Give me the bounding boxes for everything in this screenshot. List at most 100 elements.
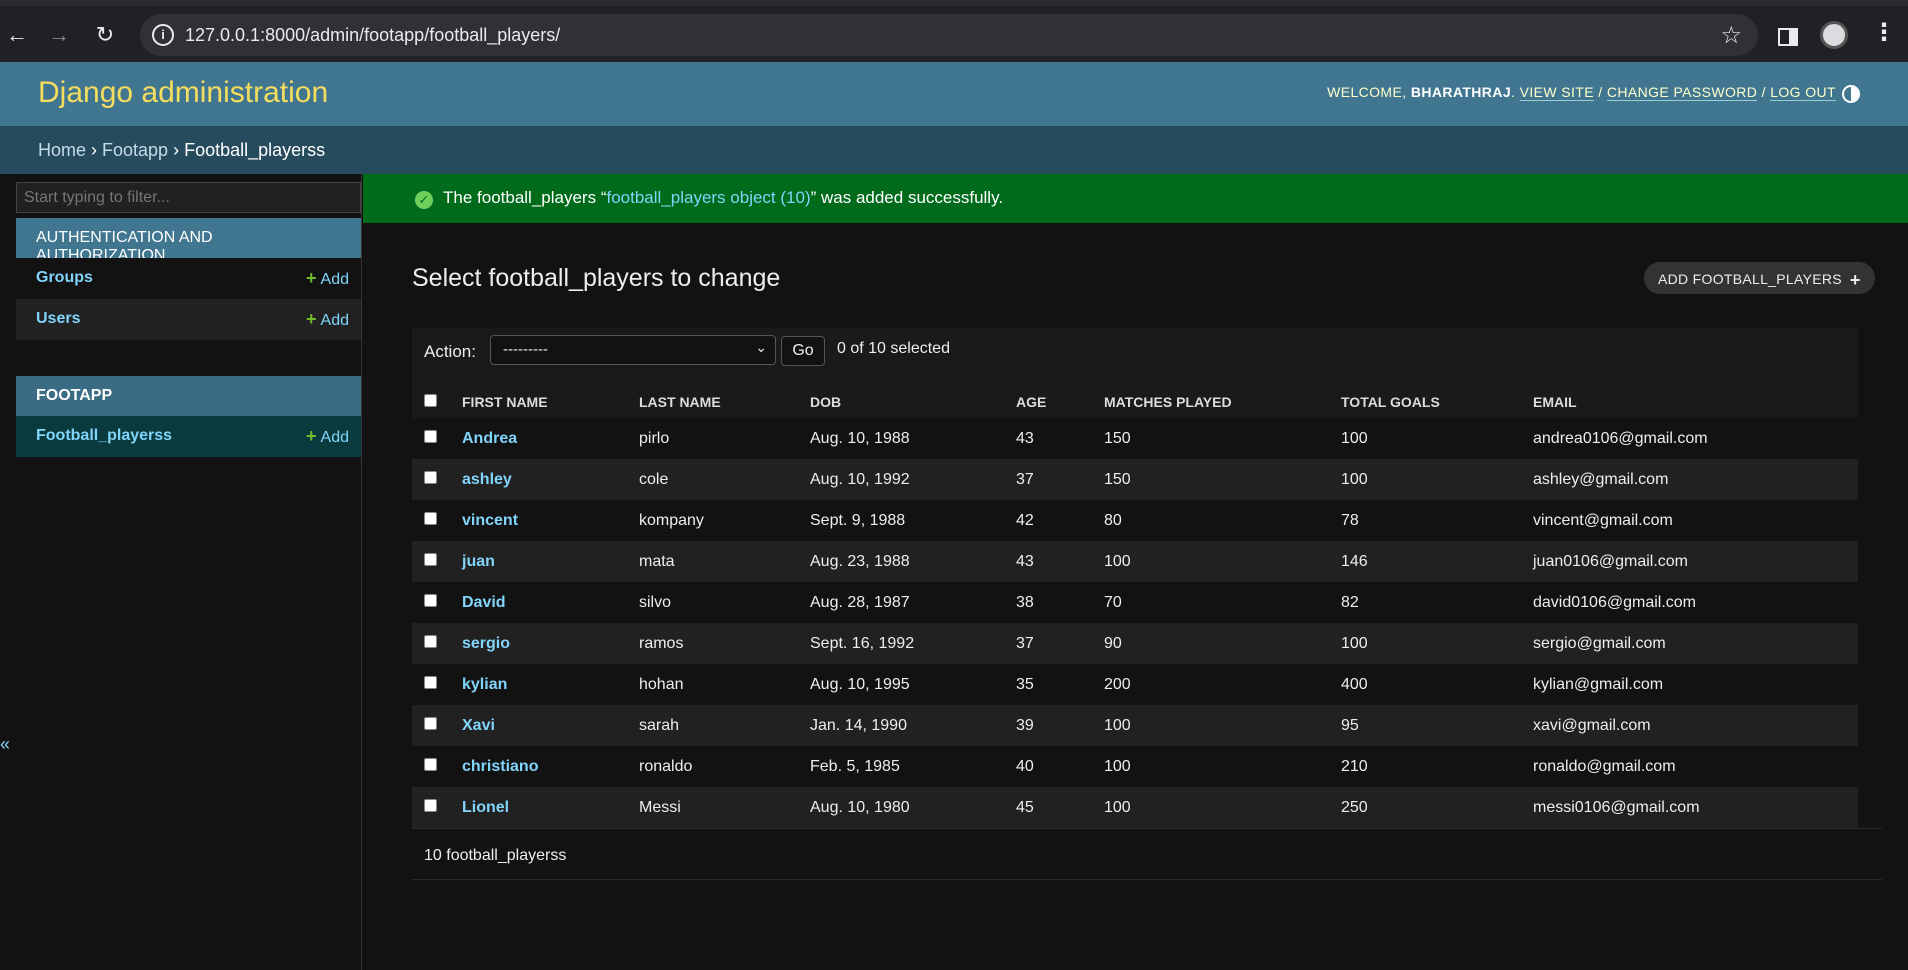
sidebar-item-groups: Groups + Add bbox=[16, 258, 361, 299]
app-caption-auth[interactable]: Authentication and Authorization bbox=[16, 218, 361, 264]
reload-icon[interactable]: ↻ bbox=[90, 20, 120, 50]
cell-email: ronaldo@gmail.com bbox=[1527, 746, 1858, 787]
nav-filter-input[interactable] bbox=[16, 182, 361, 213]
cell-last-name: silvo bbox=[633, 582, 804, 623]
cell-first-name[interactable]: vincent bbox=[456, 500, 633, 541]
log-out-link[interactable]: LOG OUT bbox=[1770, 84, 1836, 101]
row-checkbox[interactable] bbox=[424, 429, 437, 443]
cell-last-name: ronaldo bbox=[633, 746, 804, 787]
row-checkbox[interactable] bbox=[424, 798, 437, 812]
sidebar-collapse-icon[interactable]: « bbox=[0, 734, 10, 755]
cell-matches-played: 100 bbox=[1098, 541, 1335, 582]
add-user-link[interactable]: + Add bbox=[306, 309, 349, 330]
sidebar-item-users-label[interactable]: Users bbox=[36, 310, 80, 327]
theme-toggle-icon[interactable] bbox=[1842, 85, 1860, 103]
cell-first-name[interactable]: kylian bbox=[456, 664, 633, 705]
go-button[interactable]: Go bbox=[781, 336, 825, 366]
username: BHARATHRAJ bbox=[1410, 84, 1512, 100]
cell-first-name[interactable]: David bbox=[456, 582, 633, 623]
cell-email: andrea0106@gmail.com bbox=[1527, 418, 1858, 459]
forward-arrow-icon[interactable]: → bbox=[44, 20, 74, 50]
cell-first-name[interactable]: Xavi bbox=[456, 705, 633, 746]
cell-dob: Feb. 5, 1985 bbox=[804, 746, 1010, 787]
table-row: christiano ronaldo Feb. 5, 1985 40 100 210 ron… bbox=[412, 746, 1858, 787]
address-bar[interactable]: i 127.0.0.1:8000/admin/footapp/football_… bbox=[140, 14, 1758, 56]
action-select-value: --------- bbox=[503, 341, 548, 358]
column-header[interactable]: AGE bbox=[1010, 376, 1098, 418]
add-group-link[interactable]: + Add bbox=[306, 268, 349, 289]
sidebar-item-football-playerss-label[interactable]: Football_playerss bbox=[36, 427, 172, 444]
cell-age: 39 bbox=[1010, 705, 1098, 746]
cell-first-name[interactable]: christiano bbox=[456, 746, 633, 787]
row-select-cell bbox=[412, 582, 456, 623]
cell-dob: Aug. 10, 1980 bbox=[804, 787, 1010, 828]
site-info-icon[interactable]: i bbox=[152, 24, 174, 46]
row-checkbox[interactable] bbox=[424, 757, 437, 771]
side-panel-icon[interactable] bbox=[1778, 28, 1798, 46]
cell-matches-played: 150 bbox=[1098, 459, 1335, 500]
url-text[interactable]: 127.0.0.1:8000/admin/footapp/football_pl… bbox=[185, 25, 560, 46]
cell-first-name[interactable]: juan bbox=[456, 541, 633, 582]
site-title[interactable]: Django administration bbox=[38, 76, 328, 110]
table-row: David silvo Aug. 28, 1987 38 70 82 david0106@g… bbox=[412, 582, 1858, 623]
column-header[interactable]: LAST NAME bbox=[633, 376, 804, 418]
profile-avatar-icon[interactable] bbox=[1820, 21, 1848, 49]
view-site-link[interactable]: VIEW SITE bbox=[1519, 84, 1594, 101]
column-header[interactable]: MATCHES PLAYED bbox=[1098, 376, 1335, 418]
column-header[interactable]: DOB bbox=[804, 376, 1010, 418]
cell-matches-played: 80 bbox=[1098, 500, 1335, 541]
app-caption-footapp[interactable]: FOOTAPP bbox=[16, 376, 361, 416]
row-checkbox[interactable] bbox=[424, 552, 437, 566]
action-select[interactable]: --------- ⌄ bbox=[490, 335, 776, 365]
cell-first-name[interactable]: Lionel bbox=[456, 787, 633, 828]
message-object-link[interactable]: football_players object (10) bbox=[606, 188, 810, 207]
page-title: Select football_players to change bbox=[412, 264, 781, 292]
row-checkbox[interactable] bbox=[424, 593, 437, 607]
browser-menu-icon[interactable]: ⋮ bbox=[1872, 18, 1896, 47]
cell-last-name: mata bbox=[633, 541, 804, 582]
row-checkbox[interactable] bbox=[424, 675, 437, 689]
row-select-cell bbox=[412, 541, 456, 582]
add-football-player-link[interactable]: + Add bbox=[306, 426, 349, 447]
sidebar-item-users: Users + Add bbox=[16, 299, 361, 340]
row-checkbox[interactable] bbox=[424, 470, 437, 484]
row-checkbox[interactable] bbox=[424, 634, 437, 648]
cell-total-goals: 100 bbox=[1335, 418, 1527, 459]
row-select-cell bbox=[412, 500, 456, 541]
cell-total-goals: 400 bbox=[1335, 664, 1527, 705]
cell-age: 37 bbox=[1010, 459, 1098, 500]
cell-last-name: pirlo bbox=[633, 418, 804, 459]
column-header[interactable]: TOTAL GOALS bbox=[1335, 376, 1527, 418]
cell-email: ashley@gmail.com bbox=[1527, 459, 1858, 500]
column-header[interactable]: FIRST NAME bbox=[456, 376, 633, 418]
cell-email: kylian@gmail.com bbox=[1527, 664, 1858, 705]
table-row: Andrea pirlo Aug. 10, 1988 43 150 100 andrea01… bbox=[412, 418, 1858, 459]
table-header-row: FIRST NAME LAST NAME DOB AGE MATCHES PLA… bbox=[412, 376, 1858, 418]
cell-age: 42 bbox=[1010, 500, 1098, 541]
row-checkbox[interactable] bbox=[424, 511, 437, 525]
add-football-players-button[interactable]: ADD FOOTBALL_PLAYERS + bbox=[1644, 262, 1875, 294]
browser-toolbar: ← → ↻ i 127.0.0.1:8000/admin/footapp/foo… bbox=[0, 0, 1908, 62]
change-password-link[interactable]: CHANGE PASSWORD bbox=[1606, 84, 1758, 101]
selected-count: 0 of 10 selected bbox=[837, 340, 950, 357]
select-all-checkbox[interactable] bbox=[424, 394, 437, 407]
plus-icon: + bbox=[306, 268, 317, 288]
cell-first-name[interactable]: ashley bbox=[456, 459, 633, 500]
cell-last-name: kompany bbox=[633, 500, 804, 541]
breadcrumb-home[interactable]: Home bbox=[38, 140, 86, 160]
cell-first-name[interactable]: sergio bbox=[456, 623, 633, 664]
table-row: kylian hohan Aug. 10, 1995 35 200 400 kylian@g… bbox=[412, 664, 1858, 705]
back-arrow-icon[interactable]: ← bbox=[2, 20, 32, 50]
cell-first-name[interactable]: Andrea bbox=[456, 418, 633, 459]
actions-bar: Action: --------- ⌄ Go 0 of 10 selected bbox=[412, 328, 1858, 382]
cell-dob: Aug. 10, 1995 bbox=[804, 664, 1010, 705]
table-row: juan mata Aug. 23, 1988 43 100 146 juan0106@gm… bbox=[412, 541, 1858, 582]
column-header[interactable]: EMAIL bbox=[1527, 376, 1858, 418]
bookmark-star-icon[interactable]: ☆ bbox=[1720, 21, 1742, 50]
welcome-text: WELCOME, bbox=[1327, 84, 1407, 100]
row-select-cell bbox=[412, 459, 456, 500]
sidebar-item-groups-label[interactable]: Groups bbox=[36, 269, 93, 286]
row-checkbox[interactable] bbox=[424, 716, 437, 730]
cell-total-goals: 82 bbox=[1335, 582, 1527, 623]
breadcrumb-app[interactable]: Footapp bbox=[102, 140, 168, 160]
